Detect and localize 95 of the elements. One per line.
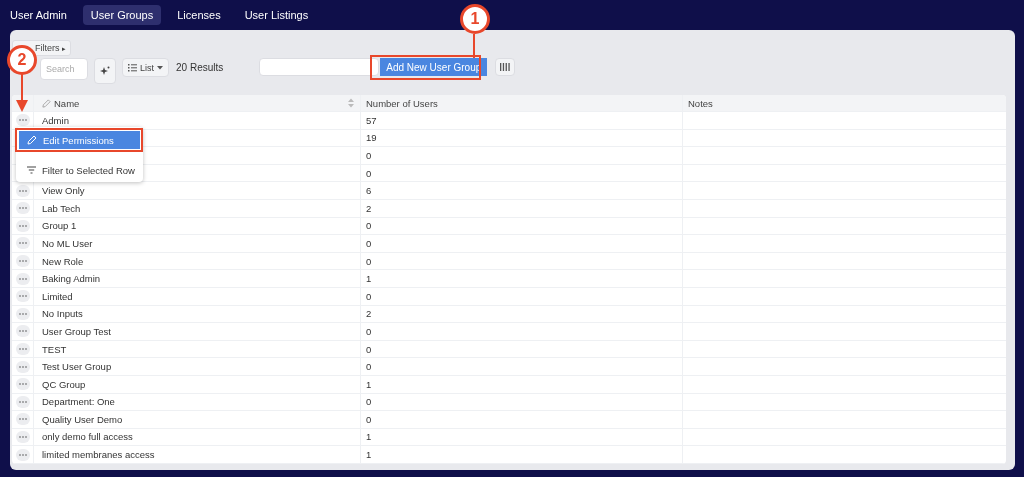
sparkle-button[interactable] [94, 58, 116, 84]
row-actions-button[interactable] [15, 255, 30, 268]
caret-icon [157, 65, 163, 70]
table-cell: User Group Test [42, 325, 111, 337]
table-cell: No ML User [42, 237, 93, 249]
step-number: 1 [460, 4, 490, 34]
column-header[interactable]: Notes [688, 97, 713, 109]
table-cell: 1 [366, 273, 372, 285]
table-cell: 0 [366, 343, 372, 355]
table-cell: 6 [366, 185, 372, 197]
column-header[interactable]: Number of Users [366, 97, 438, 109]
table-cell: 0 [366, 396, 372, 408]
table-cell: Quality User Demo [42, 413, 123, 425]
table-cell: New Role [42, 255, 84, 267]
table-cell: Group 1 [42, 220, 77, 232]
more-icon [18, 383, 27, 386]
row-actions-button[interactable] [15, 184, 30, 197]
row-actions-button[interactable] [15, 325, 30, 338]
table-cell: Department: One [42, 396, 115, 408]
table-cell: Baking Admin [42, 273, 101, 285]
more-icon [18, 224, 27, 227]
row-actions-button[interactable] [15, 307, 30, 320]
row-actions-button[interactable] [15, 237, 30, 250]
table-cell: Test User Group [42, 361, 112, 373]
menu-item[interactable]: Edit Permissions [19, 131, 140, 149]
nav-tab[interactable]: User Admin [2, 5, 75, 25]
table-cell: TEST [42, 343, 67, 355]
table-cell: 0 [366, 237, 372, 249]
more-icon [18, 400, 27, 403]
table-cell: 1 [366, 449, 372, 461]
list-icon [128, 63, 137, 72]
table-cell: 2 [366, 308, 372, 320]
row-actions-button[interactable] [15, 202, 30, 215]
more-icon [18, 453, 27, 456]
leader-line [472, 34, 476, 58]
more-icon [18, 365, 27, 368]
more-icon [18, 189, 27, 192]
row-actions-button[interactable] [15, 395, 30, 408]
row-actions-button[interactable] [15, 360, 30, 373]
search-field[interactable]: Search [40, 58, 88, 80]
table-cell: 0 [366, 325, 372, 337]
table-cell: 19 [366, 132, 377, 144]
row-actions-button[interactable] [15, 448, 30, 461]
sort-icon[interactable] [348, 98, 354, 108]
row-actions-button[interactable] [15, 272, 30, 285]
table-cell: limited membranes access [42, 449, 155, 461]
table-cell: 57 [366, 114, 377, 126]
table-cell: Limited [42, 290, 73, 302]
arrow-icon [16, 72, 28, 112]
table-cell: 0 [366, 361, 372, 373]
more-icon [18, 295, 27, 298]
results-count: 20 Results [176, 61, 224, 75]
more-icon [18, 330, 27, 333]
nav-tab[interactable]: Licenses [169, 5, 229, 25]
more-icon [18, 418, 27, 421]
sparkle-icon [100, 66, 110, 76]
table-cell: 0 [366, 255, 372, 267]
table-cell: 0 [366, 150, 372, 161]
table-cell: 0 [366, 290, 372, 302]
table-cell: Lab Tech [42, 202, 81, 214]
table-cell: 2 [366, 202, 372, 214]
more-icon [18, 242, 27, 245]
table-cell: 0 [366, 167, 372, 179]
table-cell: 0 [366, 413, 372, 425]
more-icon [18, 260, 27, 263]
more-icon [18, 119, 27, 122]
more-icon [18, 277, 27, 280]
row-actions-button[interactable] [15, 431, 30, 443]
table-cell: 1 [366, 378, 372, 390]
more-icon [18, 207, 27, 210]
view-dropdown[interactable]: List [122, 58, 169, 77]
columns-button[interactable] [495, 58, 516, 76]
input-field[interactable] [259, 58, 380, 76]
row-actions-button[interactable] [15, 378, 30, 391]
column-header[interactable]: Name [54, 97, 80, 109]
row-actions-button[interactable] [15, 219, 30, 232]
columns-icon [500, 63, 511, 71]
filter-icon [27, 166, 36, 174]
table-cell: only demo full access [42, 431, 133, 443]
table-cell: 0 [366, 220, 372, 232]
table-cell: Admin [42, 114, 69, 126]
nav-tab[interactable]: User Listings [236, 5, 317, 25]
row-actions-button[interactable] [15, 413, 30, 426]
pencil-icon [27, 135, 37, 145]
row-actions-button[interactable] [15, 343, 30, 355]
table-cell: View Only [42, 185, 85, 197]
table-cell: No Inputs [42, 308, 83, 320]
table-cell: QC Group [42, 378, 86, 390]
table-cell: 1 [366, 431, 372, 443]
row-actions-button[interactable] [15, 290, 30, 303]
more-icon [18, 312, 27, 315]
pencil-icon [42, 98, 51, 108]
nav-tab[interactable]: User Groups [82, 5, 162, 25]
menu-item[interactable]: Filter to Selected Row [19, 161, 140, 179]
row-actions-button[interactable] [15, 114, 30, 127]
